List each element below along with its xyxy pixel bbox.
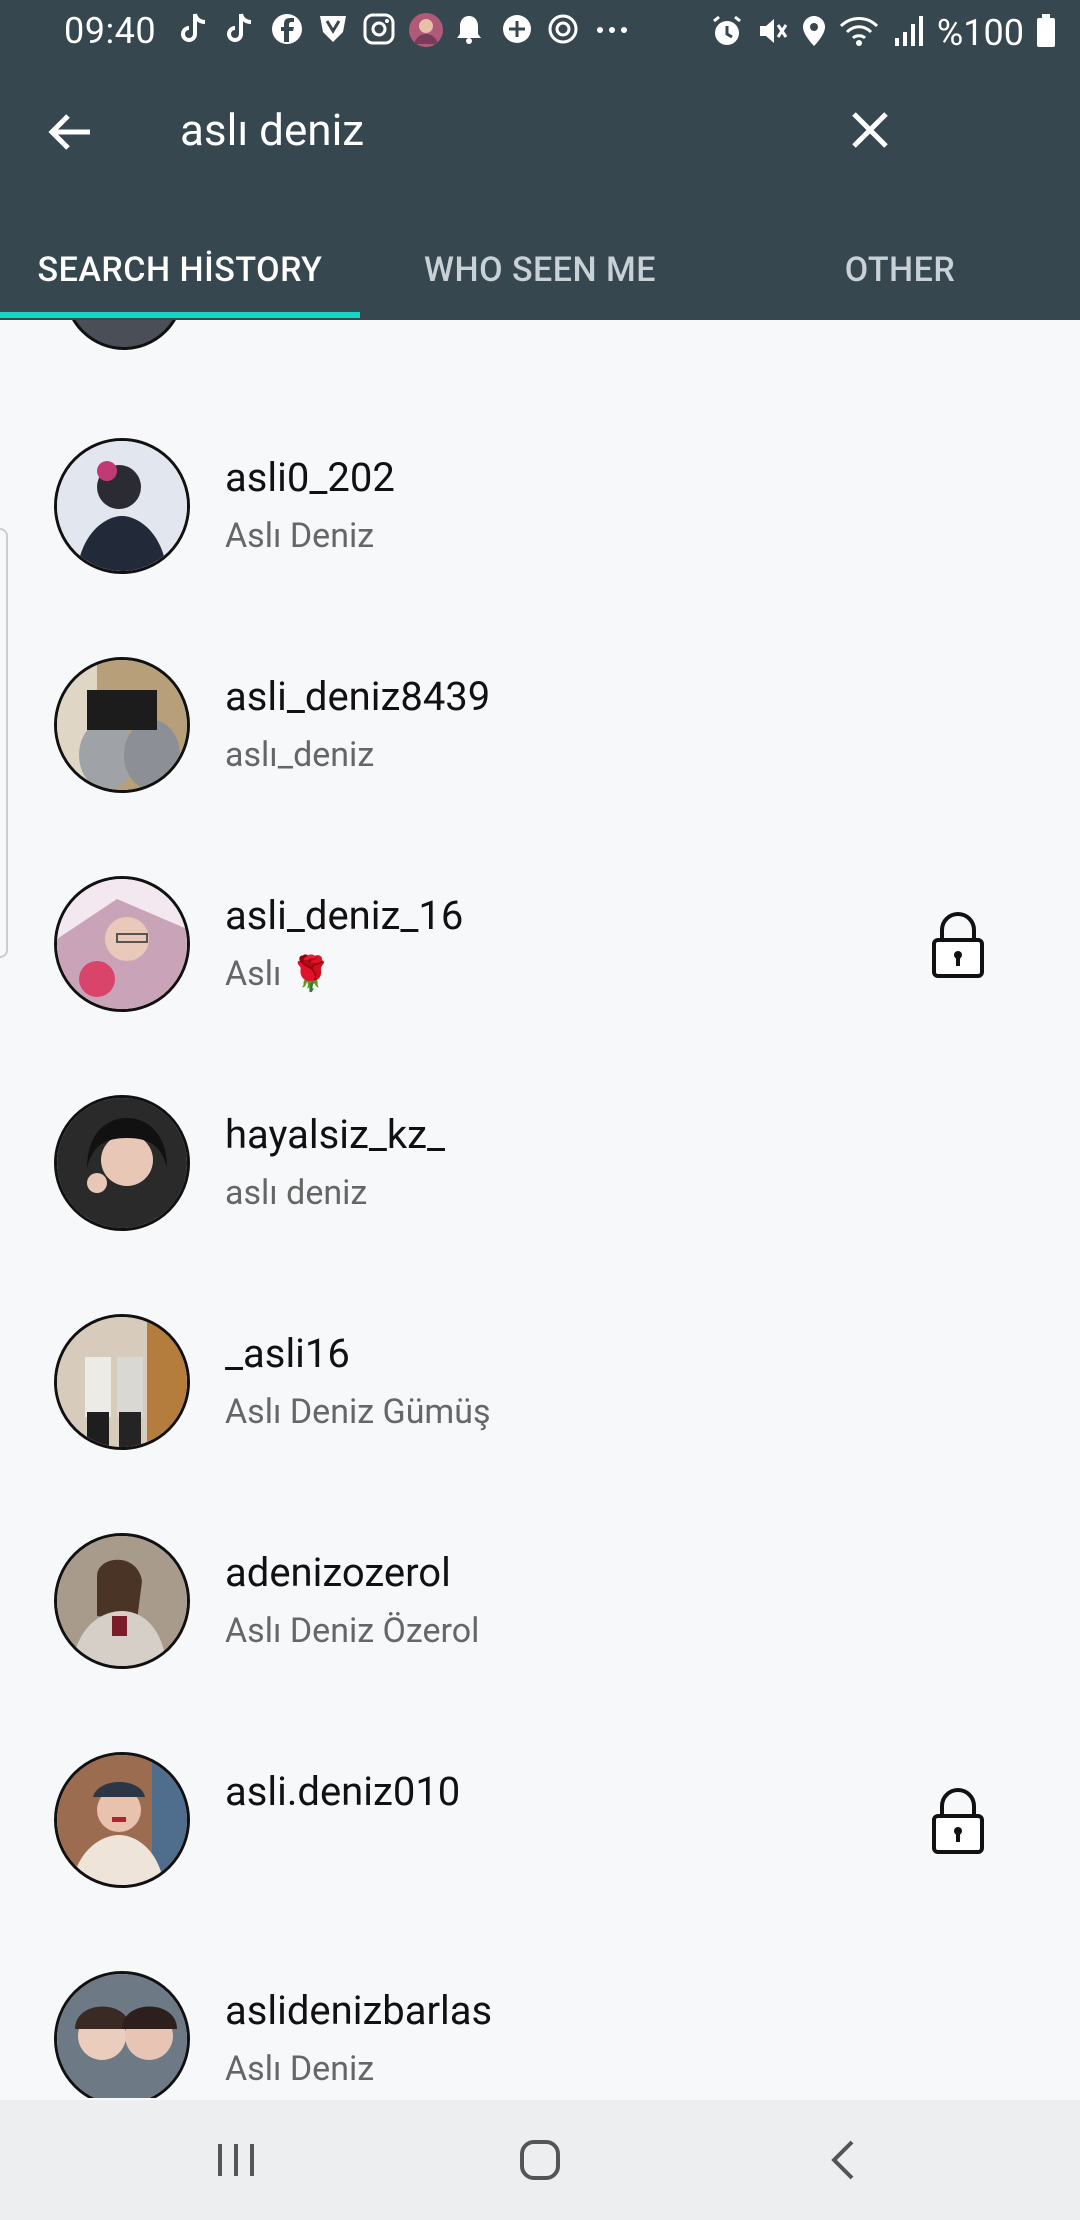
avatar [54, 1971, 190, 2098]
list-item[interactable]: aslidenizbarlas Aslı Deniz [0, 1931, 1080, 2098]
avatar [54, 1752, 190, 1888]
full-name: aslı_deniz [225, 735, 375, 775]
username: hayalsiz_kz_ [225, 1111, 446, 1158]
avatar [54, 1095, 190, 1231]
mute-icon [755, 14, 789, 52]
status-bar: 09:40 %100 [0, 0, 1080, 64]
sync-icon [546, 12, 580, 46]
username: asli.deniz010 [225, 1768, 461, 1815]
list-item[interactable]: asli0_202 Aslı Deniz [0, 398, 1080, 617]
lock-icon [928, 910, 988, 980]
instagram-icon [362, 12, 396, 46]
close-icon [852, 112, 888, 148]
back-button[interactable] [40, 102, 100, 162]
facebook-icon [270, 12, 304, 46]
avatar [54, 438, 190, 574]
avatar [54, 1314, 190, 1450]
more-icon [592, 12, 627, 46]
chevron-left-icon [831, 2140, 854, 2180]
home-button[interactable] [516, 2136, 564, 2184]
alarm-icon [711, 14, 743, 52]
avatar [54, 657, 190, 793]
full-name: Aslı Deniz Gümüş [225, 1392, 491, 1432]
recent-apps-icon [218, 2144, 254, 2176]
clear-search-button[interactable] [842, 102, 898, 158]
username: asli_deniz8439 [225, 673, 491, 720]
username: _asli16 [225, 1330, 350, 1377]
location-icon [801, 14, 827, 52]
full-name: Aslı Deniz Özerol [225, 1611, 480, 1651]
username: asli0_202 [225, 454, 395, 501]
recent-apps-button[interactable] [212, 2138, 260, 2182]
shield-icon [316, 12, 350, 46]
full-name: Aslı Deniz [225, 2049, 375, 2089]
home-icon [520, 2140, 560, 2180]
full-name: Aslı Deniz [225, 516, 375, 556]
list-item[interactable]: hayalsiz_kz_ aslı deniz [0, 1055, 1080, 1274]
back-nav-button[interactable] [826, 2136, 862, 2184]
list-item[interactable]: asli_deniz8439 aslı_deniz [0, 617, 1080, 836]
tab-other[interactable]: OTHER [720, 238, 1080, 302]
tiktok-icon [224, 12, 258, 46]
lock-icon [928, 1786, 988, 1856]
tiktok-icon [178, 12, 212, 46]
system-navigation-bar [0, 2100, 1080, 2220]
list-item[interactable]: adenizozerol Aslı Deniz Özerol [0, 1493, 1080, 1712]
list-item[interactable]: _asli16 Aslı Deniz Gümüş [0, 1274, 1080, 1493]
active-tab-indicator [0, 312, 360, 318]
partial-avatar [64, 320, 184, 350]
vpn-icon [500, 12, 534, 46]
arrow-left-icon [48, 114, 90, 150]
notification-icons [178, 12, 627, 47]
username: aslidenizbarlas [225, 1987, 493, 2034]
username: asli_deniz_16 [225, 892, 464, 939]
list-item[interactable]: asli_deniz_16 Aslı 🌹 [0, 836, 1080, 1055]
battery-icon [1036, 14, 1056, 52]
search-results-list[interactable]: asli0_202 Aslı Deniz asli_deniz8439 aslı… [0, 320, 1080, 2098]
edge-panel-handle[interactable] [0, 528, 8, 958]
avatar [54, 876, 190, 1012]
signal-icon [891, 14, 925, 52]
system-icons: %100 [711, 12, 1056, 54]
app-header: 09:40 %100 aslı deniz SEARCH HİSTORY WHO… [0, 0, 1080, 320]
tab-bar: SEARCH HİSTORY WHO SEEN ME OTHER [0, 220, 1080, 320]
battery-percentage: %100 [936, 12, 1024, 54]
username: adenizozerol [225, 1549, 451, 1596]
full-name: aslı deniz [225, 1173, 368, 1213]
avatar [54, 1533, 190, 1669]
search-input[interactable]: aslı deniz [180, 104, 364, 156]
bell-icon [454, 12, 488, 46]
full-name: Aslı 🌹 [225, 954, 333, 994]
tab-search-history[interactable]: SEARCH HİSTORY [0, 238, 360, 302]
tab-who-seen-me[interactable]: WHO SEEN ME [360, 238, 720, 302]
list-item[interactable]: asli.deniz010 [0, 1712, 1080, 1931]
app-avatar-icon [408, 12, 443, 47]
search-bar: aslı deniz [0, 64, 1080, 194]
status-time: 09:40 [64, 10, 157, 52]
wifi-icon [839, 14, 879, 52]
